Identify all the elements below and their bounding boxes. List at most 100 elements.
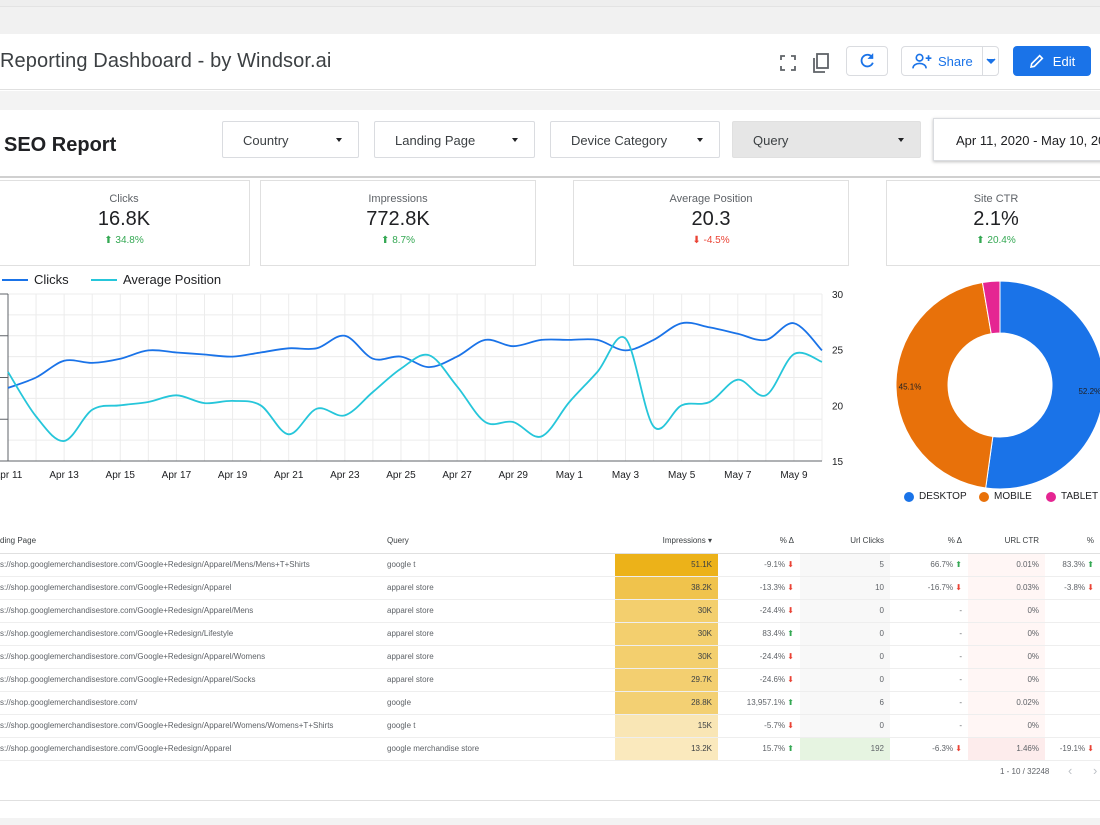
- cell-url-clicks: 0: [800, 668, 890, 692]
- kpi-delta-value: -4.5%: [703, 235, 730, 246]
- cell-query: apparel store: [387, 576, 615, 600]
- kpi-value: 16.8K: [97, 208, 151, 230]
- delta-value: -24.4%: [759, 652, 786, 661]
- delta-value: 15.7%: [762, 744, 786, 753]
- legend-item-desktop[interactable]: DESKTOP: [904, 491, 967, 502]
- delta-value: -24.6%: [759, 675, 786, 684]
- delta-value: 83.3%: [1062, 560, 1086, 569]
- table-row[interactable]: s://shop.googlemerchandisestore.com/Goog…: [0, 714, 1100, 738]
- table-row[interactable]: s://shop.googlemerchandisestore.com/Goog…: [0, 645, 1100, 669]
- table-row[interactable]: s://shop.googlemerchandisestore.com/Goog…: [0, 599, 1100, 623]
- filter-device-category[interactable]: Device Category: [550, 121, 720, 158]
- cell-clicks-delta: -: [890, 599, 968, 623]
- data-table: ding Page Query Impressions ▾ % Δ Url Cl…: [0, 529, 1100, 761]
- column-header[interactable]: URL CTR: [968, 529, 1045, 554]
- cell-landing-page: s://shop.googlemerchandisestore.com/Goog…: [0, 622, 387, 646]
- delta-value: -24.4%: [759, 606, 786, 615]
- app-header: Reporting Dashboard - by Windsor.ai Shar…: [0, 34, 1100, 90]
- filter-label: Query: [753, 133, 789, 148]
- legend-item-mobile[interactable]: MOBILE: [979, 491, 1032, 502]
- chevron-right-icon[interactable]: ›: [1093, 763, 1097, 778]
- x-axis-tick-label: May 7: [724, 470, 752, 481]
- chevron-left-icon[interactable]: ‹: [1068, 763, 1072, 778]
- legend-label: MOBILE: [994, 491, 1032, 502]
- legend-label: Clicks: [34, 272, 69, 287]
- delta-value: -13.3%: [759, 583, 786, 592]
- column-header[interactable]: %: [1045, 529, 1100, 554]
- cell-url-clicks: 5: [800, 553, 890, 577]
- kpi-label: Site CTR: [973, 193, 1019, 205]
- cell-impressions-delta: 83.4% ⬆: [718, 622, 800, 646]
- legend-item-average-position[interactable]: Average Position: [91, 272, 221, 287]
- kpi-label: Impressions: [368, 193, 428, 205]
- x-axis-tick-label: May 3: [612, 470, 640, 481]
- table-row[interactable]: s://shop.googlemerchandisestore.com/goog…: [0, 691, 1100, 715]
- dropdown-caret-icon: [898, 138, 904, 142]
- cell-impressions-delta: -5.7% ⬇: [718, 714, 800, 738]
- fullscreen-icon[interactable]: [776, 51, 800, 75]
- header-divider: [0, 176, 1100, 178]
- cell-ctr-delta: [1045, 599, 1100, 623]
- x-axis-tick-label: Apr 11: [0, 470, 23, 481]
- cell-clicks-delta: -: [890, 691, 968, 715]
- share-button[interactable]: Share: [901, 46, 999, 76]
- column-header[interactable]: % Δ: [718, 529, 800, 554]
- cell-clicks-delta: -: [890, 645, 968, 669]
- cell-impressions: 38.2K: [615, 576, 718, 600]
- delta-value: 66.7%: [930, 560, 954, 569]
- delta-value: -16.7%: [927, 583, 954, 592]
- cell-impressions: 30K: [615, 645, 718, 669]
- cell-impressions: 30K: [615, 622, 718, 646]
- column-header[interactable]: ding Page: [0, 529, 387, 554]
- donut-slice-desktop[interactable]: [985, 280, 1100, 490]
- canvas-gap: [0, 91, 1100, 110]
- cell-query: google: [387, 691, 615, 715]
- refresh-button[interactable]: [846, 46, 888, 76]
- kpi-delta-value: 8.7%: [392, 235, 415, 246]
- column-header[interactable]: Query: [387, 529, 615, 554]
- table-row[interactable]: s://shop.googlemerchandisestore.com/Goog…: [0, 553, 1100, 577]
- column-header-impressions[interactable]: Impressions ▾: [615, 529, 718, 554]
- footer-strip: [0, 818, 1100, 825]
- cell-url-ctr: 0.03%: [968, 576, 1045, 600]
- cell-url-ctr: 0%: [968, 599, 1045, 623]
- x-axis-tick-label: Apr 29: [499, 470, 529, 481]
- filter-landing-page[interactable]: Landing Page: [374, 121, 535, 158]
- delta-value: -3.8%: [1064, 583, 1086, 592]
- copy-icon[interactable]: [809, 51, 833, 75]
- table-row[interactable]: s://shop.googlemerchandisestore.com/Goog…: [0, 576, 1100, 600]
- cell-url-clicks: 0: [800, 622, 890, 646]
- table-row[interactable]: s://shop.googlemerchandisestore.com/Goog…: [0, 737, 1100, 761]
- table-row[interactable]: s://shop.googlemerchandisestore.com/Goog…: [0, 622, 1100, 646]
- kpi-delta: ⬇ -4.5%: [692, 235, 730, 246]
- delta-value: -5.7%: [764, 721, 786, 730]
- filter-country[interactable]: Country: [222, 121, 359, 158]
- date-range-picker[interactable]: Apr 11, 2020 - May 10, 2020: [933, 118, 1100, 161]
- table-row[interactable]: s://shop.googlemerchandisestore.com/Goog…: [0, 668, 1100, 692]
- cell-query: google t: [387, 553, 615, 577]
- column-header[interactable]: % Δ: [890, 529, 968, 554]
- legend-item-tablet[interactable]: TABLET: [1046, 491, 1098, 502]
- kpi-label: Clicks: [109, 193, 139, 205]
- filter-query[interactable]: Query: [732, 121, 921, 158]
- cell-landing-page: s://shop.googlemerchandisestore.com/Goog…: [0, 576, 387, 600]
- delta-value: 83.4%: [762, 629, 786, 638]
- filter-label: Device Category: [571, 133, 668, 148]
- chevron-down-icon[interactable]: [986, 58, 996, 66]
- dropdown-caret-icon: [697, 138, 703, 142]
- cell-impressions-delta: 13,957.1% ⬆: [718, 691, 800, 715]
- cell-impressions-delta: -24.4% ⬇: [718, 599, 800, 623]
- kpi-delta: ⬆ 20.4%: [976, 235, 1016, 246]
- column-header[interactable]: Url Clicks: [800, 529, 890, 554]
- cell-clicks-delta: -: [890, 714, 968, 738]
- cell-landing-page: s://shop.googlemerchandisestore.com/Goog…: [0, 553, 387, 577]
- legend-item-clicks[interactable]: Clicks: [2, 272, 69, 287]
- edit-button[interactable]: Edit: [1013, 46, 1091, 76]
- cell-impressions: 29.7K: [615, 668, 718, 692]
- x-axis-tick-label: Apr 13: [49, 470, 79, 481]
- delta-value: -9.1%: [764, 560, 786, 569]
- cell-landing-page: s://shop.googlemerchandisestore.com/Goog…: [0, 668, 387, 692]
- pencil-icon: [1029, 54, 1044, 69]
- x-axis-tick-label: Apr 19: [218, 470, 248, 481]
- device-donut-chart: 52.2% 45.1%: [895, 280, 1100, 490]
